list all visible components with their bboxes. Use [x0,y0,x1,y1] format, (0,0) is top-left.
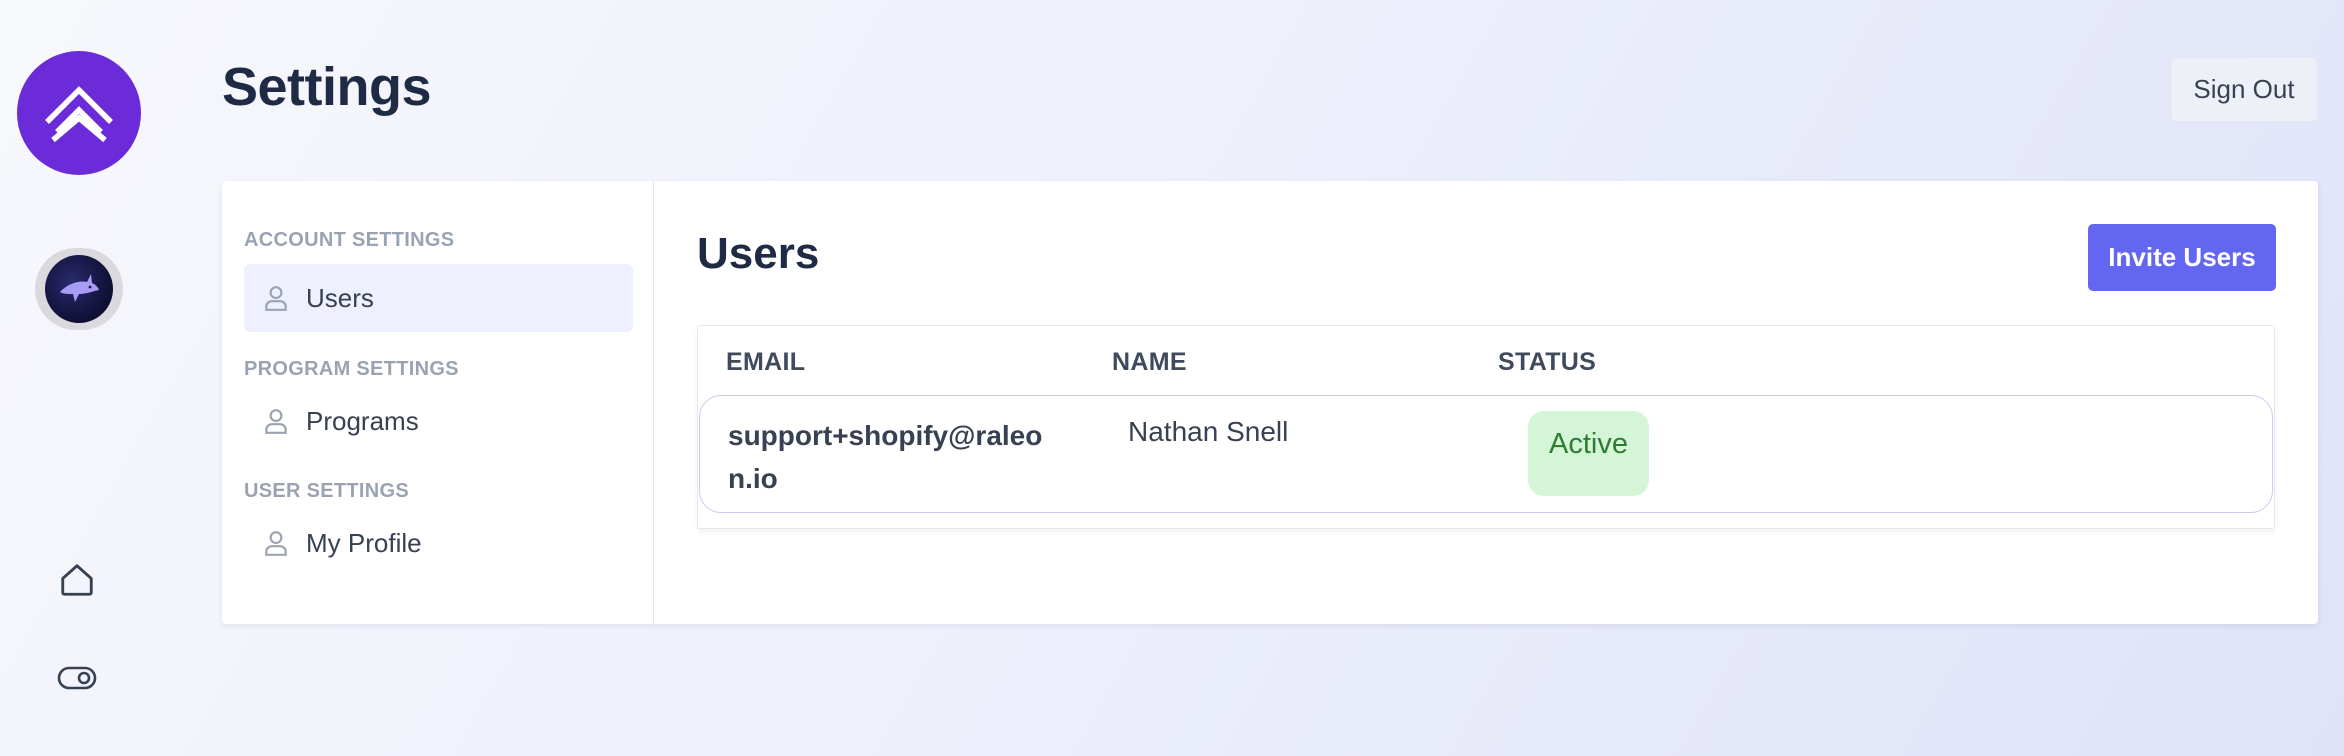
table-row[interactable]: support+shopify@raleon.io Nathan Snell A… [699,395,2273,513]
sidebar-item-programs[interactable]: Programs [244,387,633,455]
section-label-program: PROGRAM SETTINGS [244,358,459,380]
status-badge: Active [1528,411,1649,496]
rail-home[interactable] [56,559,98,601]
user-email: support+shopify@raleon.io [728,420,1043,494]
section-title: Users [697,229,820,278]
section-label-account: ACCOUNT SETTINGS [244,229,455,251]
users-panel: Users Invite Users EMAIL NAME STATUS sup… [655,181,2318,624]
home-icon [61,564,93,596]
column-header-status[interactable]: STATUS [1498,348,1596,377]
column-header-name[interactable]: NAME [1112,348,1187,377]
invite-users-button[interactable]: Invite Users [2088,224,2276,291]
user-icon [262,406,290,436]
user-icon [262,528,290,558]
rail-toggle[interactable] [56,657,98,699]
users-table: EMAIL NAME STATUS support+shopify@raleon… [697,325,2275,529]
sidebar-item-label: Users [306,282,374,313]
shark-icon [60,274,99,302]
sign-out-button[interactable]: Sign Out [2170,57,2318,122]
toggle-icon [57,666,97,690]
settings-card: ACCOUNT SETTINGS Users PROGRAM SETTINGS … [222,181,2318,624]
section-label-user: USER SETTINGS [244,480,410,502]
left-rail [0,0,158,756]
user-icon [262,283,290,313]
program-avatar[interactable] [35,248,123,330]
settings-sidebar: ACCOUNT SETTINGS Users PROGRAM SETTINGS … [222,181,654,624]
sidebar-item-my-profile[interactable]: My Profile [244,509,633,577]
column-header-email[interactable]: EMAIL [726,348,805,377]
user-name: Nathan Snell [1128,416,1289,447]
page-title: Settings [222,57,432,117]
brand-logo[interactable] [17,51,141,175]
brand-chevrons-icon [45,86,113,143]
sidebar-item-users[interactable]: Users [244,264,633,332]
sidebar-item-label: My Profile [306,527,422,558]
sidebar-item-label: Programs [306,405,419,436]
